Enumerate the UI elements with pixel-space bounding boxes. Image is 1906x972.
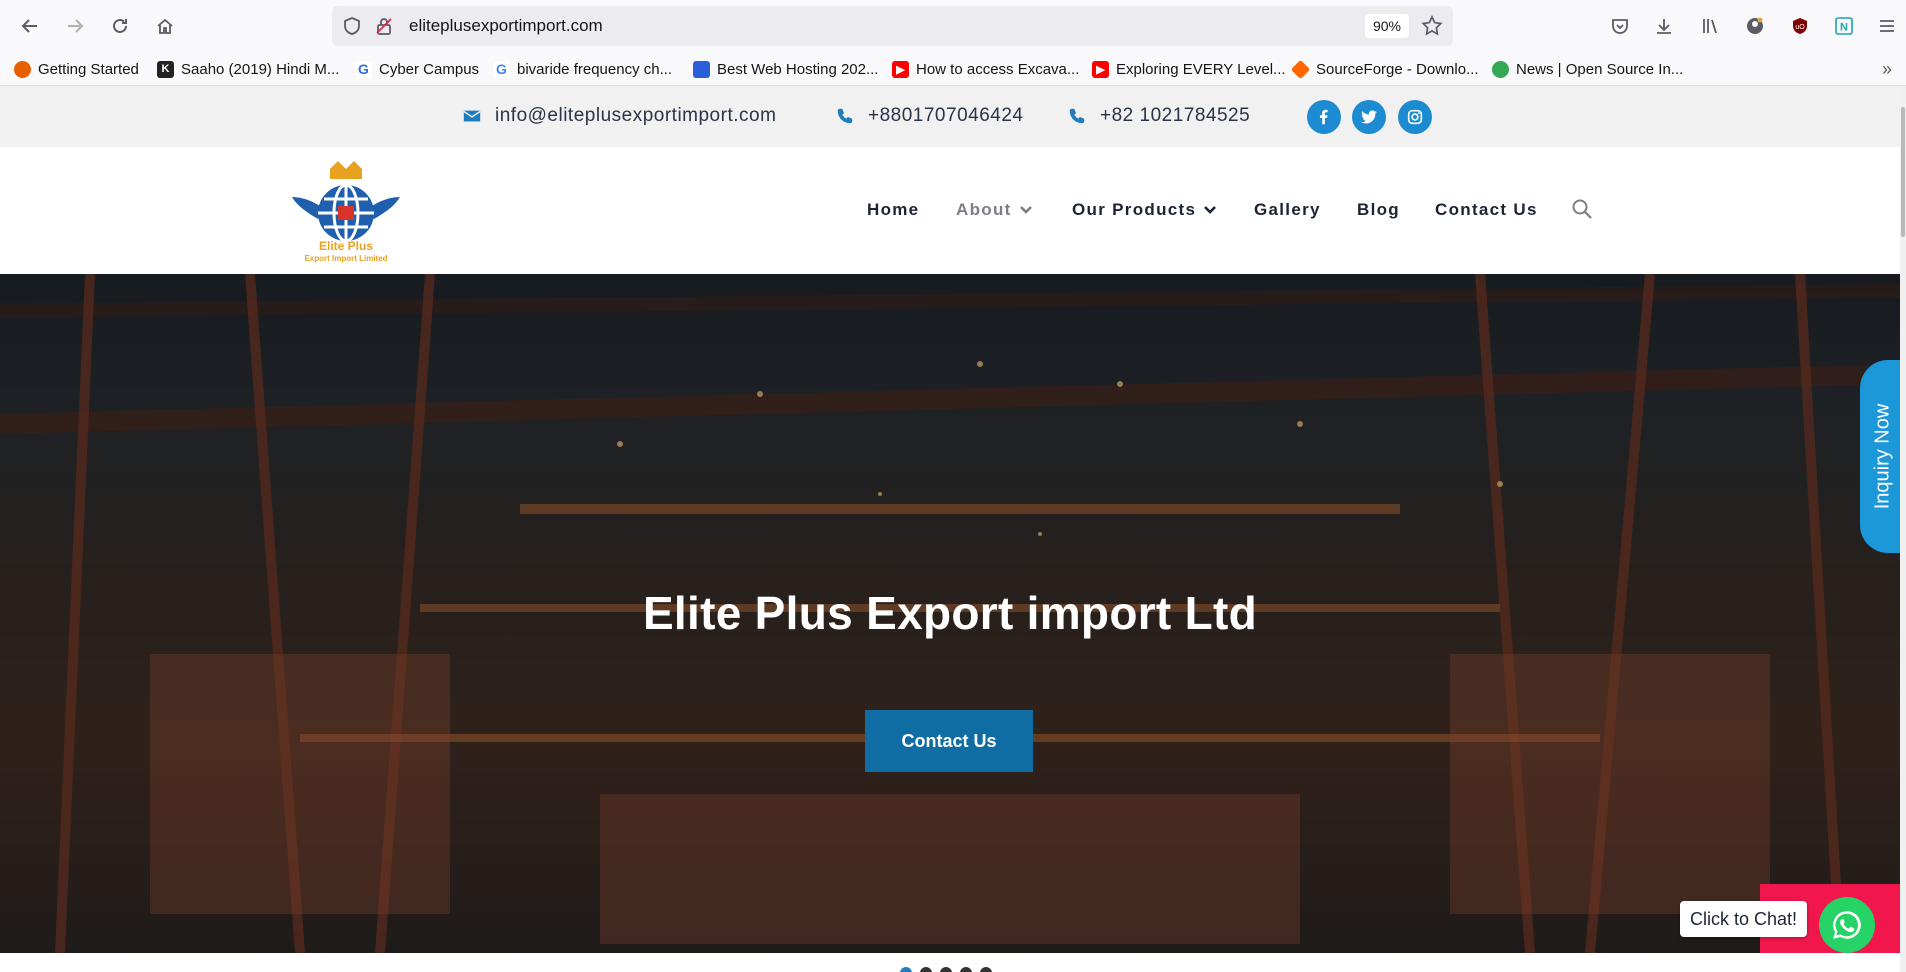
- chevron-down-icon: [1019, 206, 1032, 214]
- company-logo[interactable]: Elite Plus Export Import Limited: [290, 157, 402, 265]
- logo-name: Elite Plus: [318, 239, 374, 253]
- bookmark-label: Exploring EVERY Level...: [1116, 60, 1286, 78]
- downloads-icon[interactable]: [1649, 11, 1679, 41]
- slider-pagination: [900, 967, 992, 972]
- bookmark-news-open-source[interactable]: News | Open Source In...: [1492, 57, 1683, 81]
- bookmark-cyber-campus[interactable]: G Cyber Campus: [355, 57, 479, 81]
- bookmark-getting-started[interactable]: Getting Started: [14, 57, 139, 81]
- youtube-icon: ▶: [1092, 60, 1109, 78]
- hero-contact-button[interactable]: Contact Us: [865, 710, 1033, 772]
- ublock-icon[interactable]: uO: [1785, 11, 1815, 41]
- instagram-icon[interactable]: [1398, 100, 1432, 134]
- address-bar[interactable]: eliteplusexportimport.com 90%: [332, 6, 1453, 46]
- scrollbar-thumb[interactable]: [1901, 107, 1905, 237]
- pocket-icon[interactable]: [1605, 11, 1635, 41]
- k-icon: K: [157, 60, 174, 78]
- back-icon[interactable]: [15, 11, 45, 41]
- email-item[interactable]: info@eliteplusexportimport.com: [463, 105, 776, 127]
- phone-icon: [837, 108, 853, 124]
- nav-about[interactable]: About: [956, 200, 1033, 220]
- account-icon[interactable]: [1740, 11, 1770, 41]
- slider-dot[interactable]: [920, 967, 932, 972]
- envelope-icon: [463, 110, 481, 122]
- nav-contact-us[interactable]: Contact Us: [1435, 200, 1538, 220]
- phone1-item[interactable]: +8801707046424: [836, 105, 1023, 127]
- bookmark-exploring-every-level[interactable]: ▶ Exploring EVERY Level...: [1092, 57, 1286, 81]
- email-text[interactable]: info@eliteplusexportimport.com: [495, 105, 776, 127]
- phone2-text[interactable]: +82 1021784525: [1100, 105, 1250, 127]
- hero-title: Elite Plus Export import Ltd: [642, 587, 1258, 639]
- bookmark-sourceforge[interactable]: SourceForge - Downlo...: [1290, 57, 1479, 81]
- nav-blog[interactable]: Blog: [1357, 200, 1400, 220]
- menu-icon[interactable]: [1872, 11, 1902, 41]
- slider-dot[interactable]: [980, 967, 992, 972]
- sourceforge-icon: [1290, 59, 1311, 79]
- bookmark-label: How to access Excava...: [916, 60, 1080, 78]
- google-icon: G: [493, 60, 510, 78]
- reload-icon[interactable]: [105, 11, 135, 41]
- home-icon[interactable]: [150, 11, 180, 41]
- bookmark-best-web-hosting[interactable]: Best Web Hosting 202...: [693, 57, 878, 81]
- bookmark-label: Cyber Campus: [379, 60, 480, 78]
- nav-products-label: Our Products: [1072, 200, 1197, 219]
- bookmark-label: Getting Started: [38, 60, 139, 78]
- more-bookmarks-icon[interactable]: »: [1882, 57, 1892, 81]
- slider-dot[interactable]: [940, 967, 952, 972]
- bookmark-label: Best Web Hosting 202...: [717, 60, 879, 78]
- nav-our-products[interactable]: Our Products: [1072, 200, 1217, 220]
- bookmark-label: Saaho (2019) Hindi M...: [181, 60, 340, 78]
- nav-about-label: About: [956, 200, 1012, 219]
- nav-gallery[interactable]: Gallery: [1254, 200, 1321, 220]
- svg-text:N: N: [1840, 22, 1848, 34]
- zoom-level[interactable]: 90%: [1364, 14, 1409, 38]
- hero-slider: Elite Plus Export import Ltd Contact Us: [0, 274, 1900, 953]
- svg-text:uO: uO: [1795, 24, 1805, 31]
- search-icon[interactable]: [1570, 197, 1594, 221]
- cyber-campus-icon: G: [355, 60, 372, 78]
- open-source-icon: [1492, 60, 1509, 78]
- bookmark-saaho[interactable]: K Saaho (2019) Hindi M...: [157, 57, 339, 81]
- bookmark-label: bivaride frequency ch...: [517, 60, 673, 78]
- bookmark-label: SourceForge - Downlo...: [1316, 60, 1479, 78]
- url-text[interactable]: eliteplusexportimport.com: [409, 16, 603, 36]
- bookmark-excava[interactable]: ▶ How to access Excava...: [892, 57, 1079, 81]
- browser-toolbar: eliteplusexportimport.com 90% uO N: [0, 0, 1906, 52]
- library-icon[interactable]: [1695, 11, 1725, 41]
- nav-home[interactable]: Home: [867, 200, 919, 220]
- phone-icon: [1069, 108, 1085, 124]
- youtube-icon: ▶: [892, 60, 909, 78]
- firefox-icon: [14, 60, 31, 78]
- site-header: Elite Plus Export Import Limited Home Ab…: [0, 147, 1900, 274]
- phone1-text[interactable]: +8801707046424: [868, 105, 1023, 127]
- slider-dot[interactable]: [900, 967, 912, 972]
- whatsapp-icon[interactable]: [1819, 897, 1875, 953]
- logo-subtitle: Export Import Limited: [304, 254, 388, 263]
- phone2-item[interactable]: +82 1021784525: [1068, 105, 1250, 127]
- forward-icon[interactable]: [60, 11, 90, 41]
- bookmark-bivaride[interactable]: G bivaride frequency ch...: [493, 57, 672, 81]
- insecure-lock-icon[interactable]: [374, 16, 394, 36]
- contact-topbar: info@eliteplusexportimport.com +88017070…: [0, 86, 1900, 147]
- chat-label[interactable]: Click to Chat!: [1680, 901, 1808, 937]
- bookmark-label: News | Open Source In...: [1516, 60, 1684, 78]
- twitter-icon[interactable]: [1352, 100, 1386, 134]
- bookmarks-bar: Getting Started K Saaho (2019) Hindi M..…: [0, 52, 1906, 86]
- bookmark-star-icon[interactable]: [1421, 15, 1443, 37]
- inquiry-label: Inquiry Now: [1871, 403, 1894, 510]
- extension-n-icon[interactable]: N: [1829, 11, 1859, 41]
- slider-dot[interactable]: [960, 967, 972, 972]
- facebook-icon[interactable]: [1307, 100, 1341, 134]
- chevron-down-icon: [1204, 206, 1217, 214]
- website: info@eliteplusexportimport.com +88017070…: [0, 86, 1906, 972]
- grid-icon: [693, 60, 710, 78]
- shield-icon[interactable]: [342, 16, 362, 36]
